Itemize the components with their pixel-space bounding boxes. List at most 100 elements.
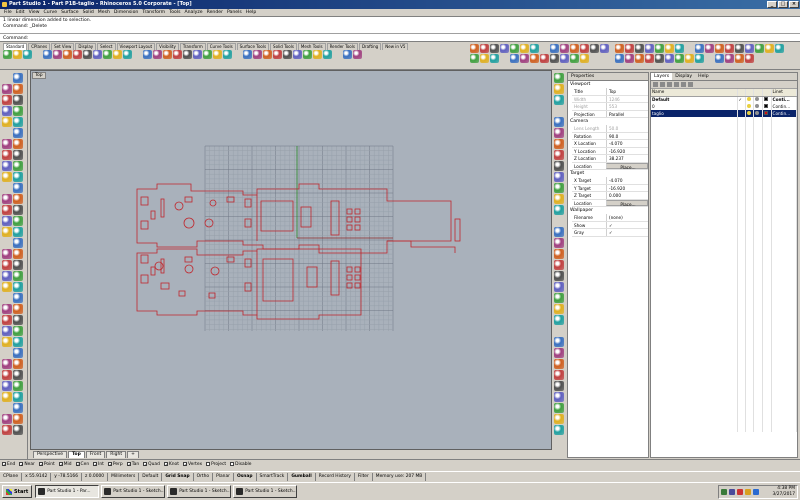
- select-icon[interactable]: [765, 44, 774, 53]
- slot-curve[interactable]: [354, 208, 361, 215]
- property-value[interactable]: (none): [606, 214, 648, 221]
- osnap-checkbox[interactable]: ✓: [58, 462, 63, 467]
- language-icon[interactable]: [753, 489, 759, 495]
- render-icon[interactable]: [13, 172, 23, 182]
- zoom-selected-icon[interactable]: [554, 205, 564, 215]
- cplane-icon[interactable]: [554, 249, 564, 259]
- column-header[interactable]: [753, 89, 763, 97]
- menu-render[interactable]: Render: [205, 9, 225, 16]
- slot-curve[interactable]: [178, 290, 186, 297]
- layer-icon[interactable]: [590, 44, 599, 53]
- property-value[interactable]: Top: [606, 88, 648, 95]
- osnap-checkbox[interactable]: ✓: [75, 462, 80, 467]
- osnap-int[interactable]: ✓ Int: [93, 462, 104, 467]
- layer-icon[interactable]: [143, 50, 152, 59]
- material-icon[interactable]: [213, 50, 222, 59]
- move-up-icon[interactable]: [674, 82, 679, 87]
- slot-curve[interactable]: [330, 260, 340, 296]
- layout-icon[interactable]: [2, 348, 12, 358]
- property-value[interactable]: 90.0: [606, 132, 648, 139]
- options-icon[interactable]: [554, 337, 564, 347]
- rotate-view-icon[interactable]: [675, 44, 684, 53]
- tab-new-in-v5[interactable]: New in V5: [382, 43, 409, 50]
- hole-curve[interactable]: [184, 264, 194, 274]
- lock-icon[interactable]: [753, 110, 763, 117]
- render-icon[interactable]: [554, 293, 564, 303]
- measure-icon[interactable]: [2, 238, 12, 248]
- layer-linetype[interactable]: Contin...: [771, 110, 798, 117]
- render-icon[interactable]: [510, 54, 519, 63]
- zoom-extents-icon[interactable]: [2, 337, 12, 347]
- property-value[interactable]: -4.070: [606, 177, 648, 184]
- start-button[interactable]: Start: [2, 485, 33, 498]
- delete-layer-icon[interactable]: [667, 82, 672, 87]
- point-icon[interactable]: [343, 50, 352, 59]
- zoom-extents-icon[interactable]: [113, 50, 122, 59]
- slot-curve[interactable]: [160, 258, 165, 274]
- paste-icon[interactable]: [554, 117, 564, 127]
- osnap-checkbox[interactable]: ✓: [2, 462, 6, 467]
- smarttrack-toggle[interactable]: SmartTrack: [257, 472, 289, 481]
- import-icon[interactable]: [2, 73, 12, 83]
- sphere-icon[interactable]: [2, 403, 12, 413]
- taskbar-item[interactable]: Part Studio 1 - Sketch...: [233, 485, 298, 498]
- lightbulb-icon[interactable]: [745, 110, 755, 117]
- tab-display-panel[interactable]: Display: [672, 73, 695, 80]
- layout-icon[interactable]: [554, 216, 564, 226]
- show-icon[interactable]: [283, 50, 292, 59]
- material-icon[interactable]: [2, 183, 12, 193]
- slot-curve[interactable]: [160, 282, 170, 290]
- cut-icon[interactable]: [615, 44, 624, 53]
- group-icon[interactable]: [183, 50, 192, 59]
- menu-help[interactable]: Help: [244, 9, 258, 16]
- select-icon[interactable]: [173, 50, 182, 59]
- sphere-icon[interactable]: [233, 50, 242, 59]
- lock-icon[interactable]: [263, 50, 272, 59]
- shade-icon[interactable]: [2, 381, 12, 391]
- tab-edge[interactable]: [387, 240, 456, 253]
- slot-curve[interactable]: [244, 258, 252, 268]
- light-icon[interactable]: [635, 54, 644, 63]
- lock-icon[interactable]: [13, 205, 23, 215]
- print-icon[interactable]: [554, 73, 564, 83]
- slot-curve[interactable]: [354, 266, 361, 273]
- render-icon[interactable]: [203, 50, 212, 59]
- osnap-checkbox[interactable]: ✓: [126, 462, 131, 467]
- group-icon[interactable]: [13, 370, 23, 380]
- property-value[interactable]: ✓: [606, 221, 648, 228]
- column-header[interactable]: [745, 89, 755, 97]
- zoom-window-icon[interactable]: [103, 50, 112, 59]
- zoom-window-icon[interactable]: [13, 117, 23, 127]
- measure-icon[interactable]: [725, 54, 734, 63]
- hide-icon[interactable]: [554, 370, 564, 380]
- material-icon[interactable]: [2, 392, 12, 402]
- layer-icon[interactable]: [13, 348, 23, 358]
- light-icon[interactable]: [13, 183, 23, 193]
- lock-icon[interactable]: [570, 54, 579, 63]
- snap-icon[interactable]: [13, 227, 23, 237]
- pan-icon[interactable]: [520, 44, 529, 53]
- menu-solid[interactable]: Solid: [81, 9, 96, 16]
- hide-icon[interactable]: [2, 216, 12, 226]
- group-icon[interactable]: [554, 271, 564, 281]
- property-value[interactable]: 0.000: [606, 192, 648, 199]
- layer-color-swatch[interactable]: [762, 110, 772, 117]
- measure-icon[interactable]: [313, 50, 322, 59]
- tab-drafting[interactable]: Drafting: [358, 43, 382, 50]
- group-icon[interactable]: [775, 44, 784, 53]
- zoom-icon[interactable]: [540, 44, 549, 53]
- slot-curve[interactable]: [160, 198, 165, 218]
- tab-solid-tools[interactable]: Solid Tools: [270, 43, 297, 50]
- new-layer-icon[interactable]: [653, 82, 658, 87]
- tab-display[interactable]: Display: [75, 43, 97, 50]
- planar-toggle[interactable]: Planar: [213, 472, 234, 481]
- pan-icon[interactable]: [2, 315, 12, 325]
- tab-right[interactable]: Right: [106, 451, 127, 458]
- osnap-quad[interactable]: ✓ Quad: [143, 462, 160, 467]
- command-input[interactable]: [29, 36, 330, 41]
- network-icon[interactable]: [721, 489, 727, 495]
- lock-icon[interactable]: [554, 359, 564, 369]
- analyze-icon[interactable]: [13, 238, 23, 248]
- pan-icon[interactable]: [73, 50, 82, 59]
- layer-linetype[interactable]: Contin...: [771, 103, 798, 110]
